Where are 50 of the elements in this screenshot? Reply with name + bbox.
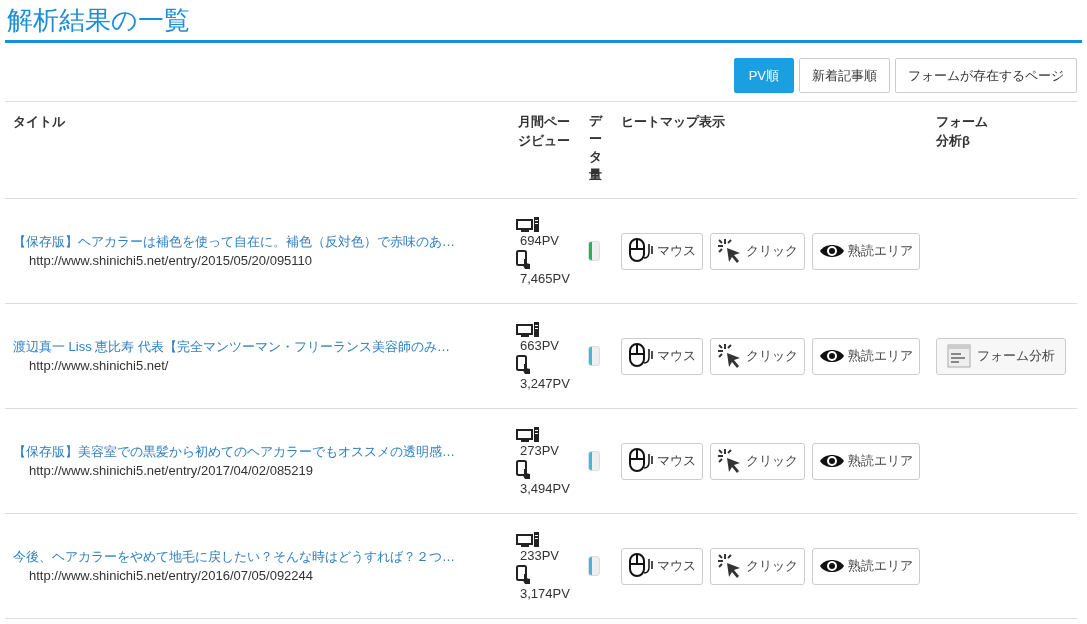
eye-icon [819,557,845,575]
heatmap-button[interactable]: マウス [621,337,703,375]
smartphone-touch-icon [516,250,532,270]
heatmap-button[interactable]: クリック [710,337,805,375]
mobile-pageviews: 3,174PV [519,585,571,603]
desktop-computer-icon [516,532,540,547]
pc-pageviews: 233PV [519,547,561,565]
page-title: 解析結果の一覧 [6,4,191,37]
heatmap-button[interactable]: マウス [621,232,703,270]
mobile-pageviews: 7,465PV [519,270,571,288]
desktop-computer-icon [516,217,540,232]
sort-button[interactable]: フォームが存在するページ [895,58,1077,93]
article-title-link[interactable]: 渡辺真一 Liss 恵比寿 代表【完全マンツーマン・フリーランス美容師のみ… [13,336,508,356]
smartphone-touch-icon [516,565,532,585]
column-header: タイトル [13,113,66,131]
smartphone-touch-icon [516,355,532,375]
mobile-pageviews: 3,247PV [519,375,571,393]
heatmap-button[interactable]: 熟読エリア [812,442,920,480]
desktop-computer-icon [516,322,540,337]
desktop-computer-icon [516,427,540,442]
eye-icon [819,347,845,365]
heatmap-button[interactable]: クリック [710,232,805,270]
heatmap-button[interactable]: 熟読エリア [812,232,920,270]
article-title-link[interactable]: 【保存版】ヘアカラーは補色を使って自在に。補色（反対色）で赤味のあ… [13,231,508,251]
article-title-link[interactable]: 今後、ヘアカラーをやめて地毛に戻したい？そんな時はどうすれば？２つ… [13,546,508,566]
column-header: 月間ページビュー [518,113,571,150]
form-analysis-button[interactable]: フォーム分析 [936,337,1066,375]
form-document-icon [947,344,971,368]
heatmap-button[interactable]: 熟読エリア [812,337,920,375]
heatmap-button[interactable]: マウス [621,547,703,585]
heatmap-button[interactable]: マウス [621,442,703,480]
article-title-link[interactable]: 【保存版】美容室での黒髪から初めてのヘアカラーでもオススメの透明感… [13,441,508,461]
heatmap-button[interactable]: 熟読エリア [812,547,920,585]
article-url: http://www.shinichi5.net/entry/2016/07/05/092244 [28,567,315,585]
column-header: データ量 [589,112,603,184]
pc-pageviews: 663PV [519,337,561,355]
article-url: http://www.shinichi5.net/entry/2017/04/02/085219 [28,462,315,480]
column-header: フォーム分析β [936,113,989,150]
sort-button[interactable]: 新着記事順 [799,58,890,93]
smartphone-touch-icon [516,460,532,480]
column-header: ヒートマップ表示 [621,113,726,131]
article-url: http://www.shinichi5.net/entry/2015/05/20/095110 [28,252,314,270]
heatmap-button[interactable]: クリック [710,442,805,480]
eye-icon [819,452,845,470]
article-url: http://www.shinichi5.net/ [28,357,170,375]
pc-pageviews: 273PV [519,442,561,460]
heatmap-button[interactable]: クリック [710,547,805,585]
eye-icon [819,242,845,260]
mobile-pageviews: 3,494PV [519,480,571,498]
pc-pageviews: 694PV [519,232,561,250]
